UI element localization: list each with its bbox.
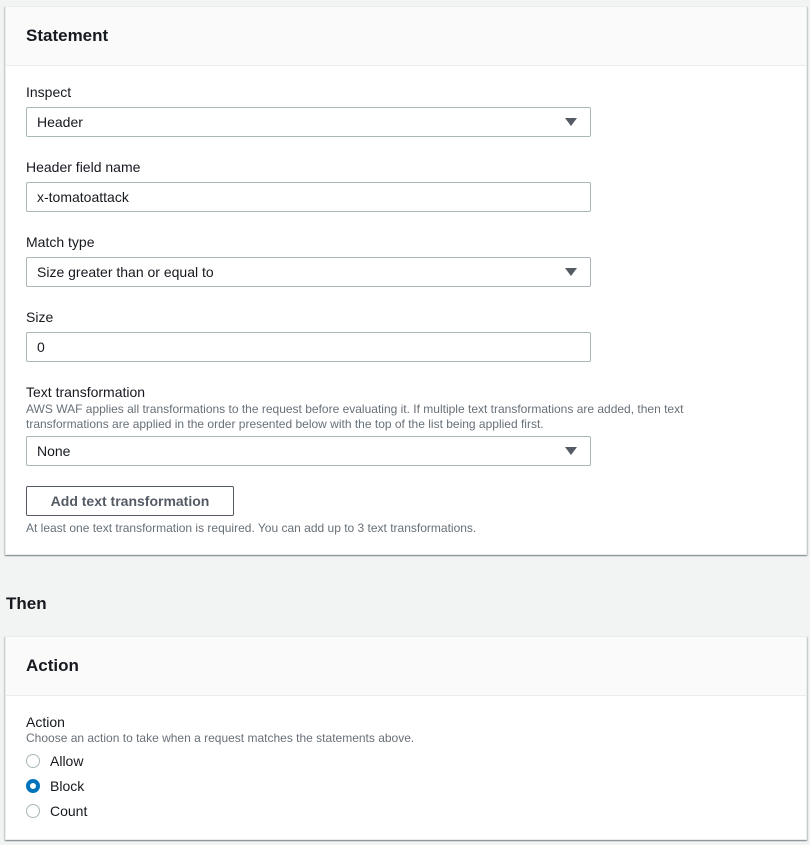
size-input[interactable]: 0 [26, 332, 591, 362]
text-transformation-description: AWS WAF applies all transformations to t… [26, 402, 684, 431]
caret-down-icon [565, 118, 577, 126]
caret-down-icon [565, 447, 577, 455]
statement-header: Statement [6, 7, 806, 66]
header-field-name-input[interactable]: x-tomatoattack [26, 182, 591, 212]
statement-title: Statement [26, 26, 109, 45]
action-title: Action [26, 656, 79, 675]
radio-button-block[interactable] [26, 779, 40, 793]
radio-option-block[interactable]: Block [26, 776, 84, 796]
text-transformation-select[interactable]: None [26, 436, 591, 466]
radio-label-block: Block [50, 778, 85, 794]
radio-label-count: Count [50, 803, 88, 819]
action-header: Action [6, 637, 806, 696]
text-transformation-value: None [37, 443, 71, 459]
action-panel: Action Action Choose an action to take w… [5, 636, 807, 840]
radio-button-count[interactable] [26, 804, 40, 818]
action-field-group: Action Choose an action to take when a r… [26, 713, 414, 746]
action-label: Action [26, 714, 65, 730]
match-type-select[interactable]: Size greater than or equal to [26, 257, 591, 287]
header-field-name-value: x-tomatoattack [37, 189, 129, 205]
size-value: 0 [37, 339, 45, 355]
header-field-name-label: Header field name [26, 159, 141, 175]
inspect-value: Header [37, 114, 83, 130]
action-description: Choose an action to take when a request … [26, 731, 415, 745]
radio-button-allow[interactable] [26, 754, 40, 768]
text-transformation-label: Text transformation [26, 384, 146, 400]
header-field-name-field: Header field name x-tomatoattack [26, 158, 591, 212]
radio-label-allow: Allow [50, 753, 84, 769]
size-label: Size [26, 309, 54, 325]
statement-panel: Statement Inspect Header Header field na… [5, 6, 807, 555]
text-transformation-hint: At least one text transformation is requ… [26, 521, 477, 535]
radio-option-count[interactable]: Count [26, 801, 87, 821]
match-type-value: Size greater than or equal to [37, 264, 214, 280]
then-heading: Then [6, 594, 47, 613]
caret-down-icon [565, 268, 577, 276]
inspect-label: Inspect [26, 84, 72, 100]
text-transformation-field: Text transformation AWS WAF applies all … [26, 383, 726, 466]
radio-option-allow[interactable]: Allow [26, 751, 83, 771]
add-text-transformation-button[interactable]: Add text transformation [26, 486, 234, 516]
inspect-field: Inspect Header [26, 83, 591, 137]
match-type-label: Match type [26, 234, 95, 250]
size-field: Size 0 [26, 308, 591, 362]
match-type-field: Match type Size greater than or equal to [26, 233, 591, 287]
inspect-select[interactable]: Header [26, 107, 591, 137]
